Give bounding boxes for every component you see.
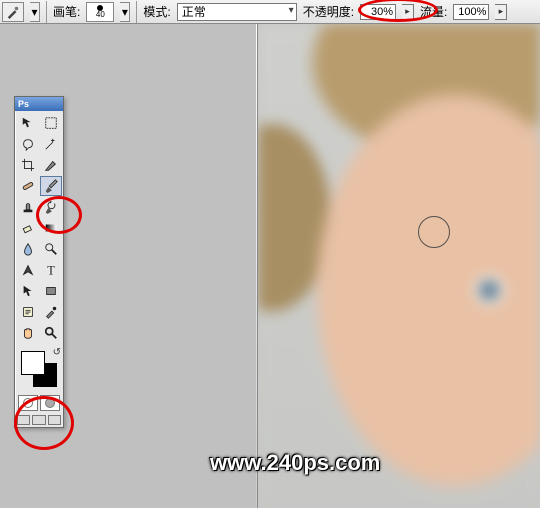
gradient-tool[interactable] [40,218,62,238]
separator [46,1,47,23]
panel-title: Ps [15,97,63,111]
separator [136,1,137,23]
opacity-label: 不透明度: [303,3,354,20]
flow-label: 流量: [420,3,447,20]
history-brush-tool[interactable] [40,197,62,217]
quick-select-tool[interactable] [40,134,62,154]
blend-mode-select[interactable]: 正常 [177,3,297,21]
brush-preset-dropdown[interactable]: ▾ [120,2,130,22]
shape-tool[interactable] [40,281,62,301]
zoom-tool[interactable] [40,323,62,343]
screen-mode-full-icon[interactable] [32,415,45,425]
tool-preset-icon[interactable] [2,2,24,22]
pen-tool[interactable] [17,260,39,280]
swap-colors-icon[interactable]: ↺ [53,347,61,358]
color-swatches[interactable]: ↺ [17,347,63,391]
opacity-flyout[interactable] [402,4,414,20]
blend-mode-value: 正常 [182,3,206,20]
eyedropper-tool[interactable] [40,302,62,322]
slice-tool[interactable] [40,155,62,175]
mode-label: 模式: [143,3,170,20]
notes-tool[interactable] [17,302,39,322]
tool-preset-dropdown[interactable]: ▾ [30,2,40,22]
blur-tool[interactable] [17,239,39,259]
brush-tool[interactable] [40,176,62,196]
flow-flyout[interactable] [495,4,507,20]
screen-mode-standard-icon[interactable] [17,415,30,425]
canvas-image [258,24,540,508]
standard-mode-icon[interactable] [18,395,38,411]
type-tool[interactable]: T [40,260,62,280]
clone-stamp-tool[interactable] [17,197,39,217]
healing-brush-tool[interactable] [17,176,39,196]
quickmask-mode-icon[interactable] [40,395,60,411]
screen-mode-fullmenu-icon[interactable] [48,415,61,425]
flow-input[interactable] [453,4,489,20]
brush-preset-picker[interactable]: 40 [86,2,114,22]
marquee-tool[interactable] [40,113,62,133]
tools-panel: Ps T ↺ [14,96,64,428]
brush-cursor-icon [418,216,450,248]
crop-tool[interactable] [17,155,39,175]
svg-text:T: T [47,263,55,277]
dodge-tool[interactable] [40,239,62,259]
brush-label: 画笔: [53,3,80,20]
options-bar: ▾ 画笔: 40 ▾ 模式: 正常 不透明度: 流量: [0,0,540,24]
move-tool[interactable] [17,113,39,133]
watermark-text: www.240ps.com [210,450,380,476]
hand-tool[interactable] [17,323,39,343]
lasso-tool[interactable] [17,134,39,154]
path-select-tool[interactable] [17,281,39,301]
brush-size-value: 40 [96,11,105,19]
opacity-input[interactable] [360,4,396,20]
foreground-color-swatch[interactable] [21,351,45,375]
eraser-tool[interactable] [17,218,39,238]
document-canvas[interactable] [258,24,540,508]
